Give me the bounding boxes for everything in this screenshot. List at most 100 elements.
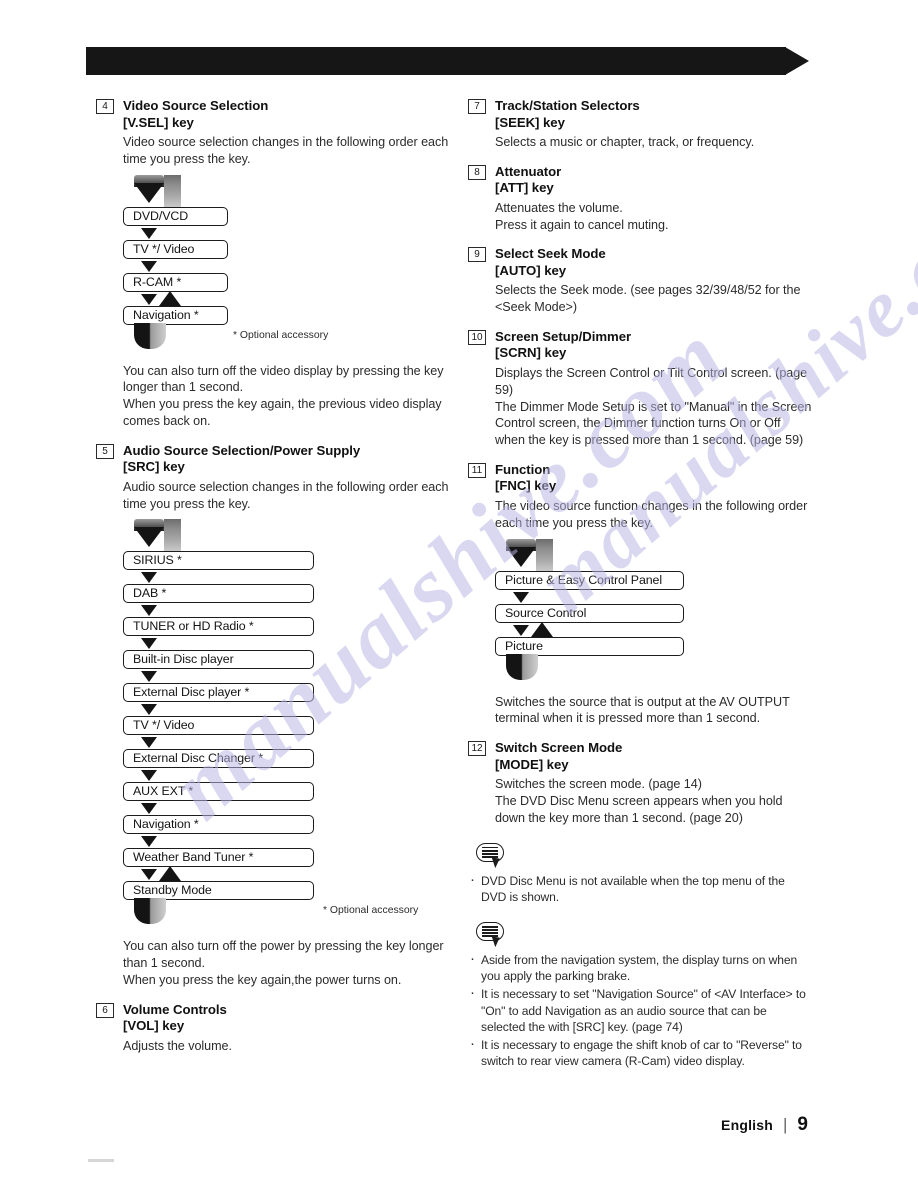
item-number-badge: 6: [96, 1002, 114, 1018]
flow-arrow-down-icon: [123, 259, 451, 273]
item-description-line: Attenuates the volume.: [495, 200, 623, 215]
item-additional-note-line: When you press the key again, the previo…: [123, 397, 442, 428]
flow-box-label: Source Control: [505, 605, 587, 620]
item-number-badge: 7: [468, 99, 486, 114]
manual-item: 8 Attenuator [ATT] key Attenuates the volum…: [468, 164, 813, 234]
item-title: Screen Setup/Dimmer: [495, 328, 632, 344]
manual-item: 10 Screen Setup/Dimmer [SCRN] key Displays …: [468, 329, 813, 449]
item-description: Selects the Seek mode. (see pages 32/39/…: [468, 282, 813, 316]
item-title: Function: [495, 461, 551, 477]
manual-item: 4 Video Source Selection [V.SEL] key Video …: [96, 98, 451, 430]
item-description-line: Adjusts the volume.: [123, 1038, 232, 1053]
flow-arrow-down-icon: [134, 527, 164, 548]
item-description-line: Video source selection changes in the fo…: [123, 135, 449, 166]
flow-box: AUX EXT *: [123, 782, 314, 802]
flow-arrow-down-icon: [123, 702, 451, 716]
item-number-badge: 5: [96, 443, 114, 459]
manual-item-heading: 11 Function [FNC] key: [468, 462, 813, 495]
flow-box-label: Navigation *: [133, 817, 199, 832]
item-number-badge: 9: [468, 247, 486, 263]
flow-arrow-down-icon: [123, 834, 451, 848]
flow-arrow-down-icon: [123, 768, 451, 782]
flow-box-label: TV */ Video: [133, 718, 195, 733]
item-number-badge: 11: [468, 462, 486, 478]
flow-box: TV */ Video: [123, 239, 228, 259]
manual-item: 6 Volume Controls [VOL] key Adjusts the vol…: [96, 1002, 451, 1055]
flow-arrow-down-icon: [123, 735, 451, 749]
flow-box-label: DVD/VCD: [133, 208, 189, 223]
source-order-flowchart: Picture & Easy Control Panel Source Contr…: [468, 538, 813, 682]
memo-bullet-list: Aside from the navigation system, the di…: [468, 951, 813, 1070]
flow-box-label: Picture: [505, 638, 543, 653]
header-banner-arrow-icon: [785, 47, 809, 75]
item-key-label: [VOL] key: [123, 1018, 185, 1034]
footer-language-label: English: [721, 1117, 773, 1133]
manual-item-heading: 10 Screen Setup/Dimmer [SCRN] key: [468, 329, 813, 362]
item-description-line: The video source function changes in the…: [495, 498, 808, 530]
memo-bullet-list: DVD Disc Menu is not available when the …: [468, 872, 813, 906]
item-description-line: Press it again to cancel muting.: [495, 217, 669, 232]
flow-box: R-CAM *: [123, 272, 228, 292]
item-description-line: Displays the Screen Control or Tilt Cont…: [495, 365, 808, 397]
flow-arrow-down-icon: [123, 801, 451, 815]
item-description-line: Selects the Seek mode. (see pages 32/39/…: [495, 283, 801, 315]
flow-box: Picture & Easy Control Panel: [495, 570, 684, 590]
manual-page: manualshive.com manualshive.com 4 Video S…: [0, 0, 918, 1188]
flow-box: Navigation *: [123, 305, 228, 325]
item-description-line: Selects a music or chapter, track, or fr…: [495, 135, 755, 149]
flow-arrow-down-icon: [123, 603, 451, 617]
footer-separator: |: [783, 1115, 788, 1134]
manual-item: 9 Select Seek Mode [AUTO] key Selects the S…: [468, 246, 813, 316]
item-description: Switches the screen mode. (page 14) The D…: [468, 776, 813, 826]
manual-item-heading: 8 Attenuator [ATT] key: [468, 164, 813, 197]
manual-item-heading: 4 Video Source Selection [V.SEL] key: [96, 98, 451, 131]
flow-loop-return-bottom: * Optional accessory: [123, 898, 451, 926]
right-column: 7 Track/Station Selectors [SEEK] key Select…: [468, 98, 813, 1071]
footer-page-number: 9: [797, 1114, 808, 1135]
item-description: The video source function changes in the…: [468, 498, 813, 532]
flow-box: External Disc player *: [123, 683, 314, 703]
item-number-badge: 8: [468, 164, 486, 180]
flow-box-label: DAB *: [133, 586, 167, 601]
flow-box: External Disc Changer *: [123, 749, 314, 769]
source-order-flowchart: SIRIUS * DAB * TUNER or HD Radio * Built-in…: [96, 519, 451, 926]
flow-box: DVD/VCD: [123, 206, 228, 226]
item-key-label: [SCRN] key: [495, 345, 567, 361]
flow-box: Built-in Disc player: [123, 650, 314, 670]
memo-bullet-item: DVD Disc Menu is not available when the …: [468, 872, 813, 906]
item-title: Audio Source Selection/Power Supply: [123, 442, 361, 458]
flow-arrow-up-icon: [159, 290, 181, 306]
memo-bullet-item: It is necessary to engage the shift knob…: [468, 1036, 813, 1070]
memo-note: Aside from the navigation system, the di…: [468, 921, 813, 1070]
item-title: Attenuator: [495, 163, 562, 179]
flow-loop-return-bottom: * Optional accessory: [123, 322, 451, 351]
flow-arrow-down-icon: [134, 182, 164, 203]
header-banner-body: [86, 47, 786, 75]
flow-box-label: TUNER or HD Radio *: [133, 619, 254, 634]
flow-box: TUNER or HD Radio *: [123, 617, 314, 637]
flow-box-label: External Disc player *: [133, 685, 250, 700]
flow-box-label: R-CAM *: [133, 274, 182, 289]
item-additional-note: You can also turn off the power by press…: [96, 938, 451, 988]
item-additional-note-line: You can also turn off the power by press…: [123, 939, 444, 971]
memo-bubble-icon: [476, 842, 510, 869]
flow-box: Picture: [495, 636, 684, 656]
source-order-flowchart: DVD/VCD TV */ Video R-CAM * Navigation * * O…: [96, 174, 451, 351]
flow-box-label: TV */ Video: [133, 241, 195, 256]
flow-arrow-down-icon: [506, 546, 536, 567]
flow-loop-band: [164, 519, 181, 552]
flow-box: TV */ Video: [123, 716, 314, 736]
flow-loop-blob: [506, 653, 538, 680]
flow-loop-return-top: [495, 538, 813, 571]
memo-bubble-lines: [482, 847, 498, 858]
item-title: Select Seek Mode: [495, 246, 606, 262]
item-number-badge: 10: [468, 329, 486, 345]
manual-item: 12 Switch Screen Mode [MODE] key Switches t…: [468, 740, 813, 826]
flow-box-label: Built-in Disc player: [133, 652, 234, 667]
item-description: Adjusts the volume.: [96, 1038, 451, 1055]
item-key-label: [V.SEL] key: [123, 114, 194, 130]
flow-box-label: AUX EXT *: [133, 784, 194, 799]
item-additional-note: Switches the source that is output at th…: [468, 694, 813, 728]
manual-item-heading: 5 Audio Source Selection/Power Supply [SRC…: [96, 443, 451, 476]
item-description-line: The Dimmer Mode Setup is set to "Manual"…: [495, 399, 812, 448]
